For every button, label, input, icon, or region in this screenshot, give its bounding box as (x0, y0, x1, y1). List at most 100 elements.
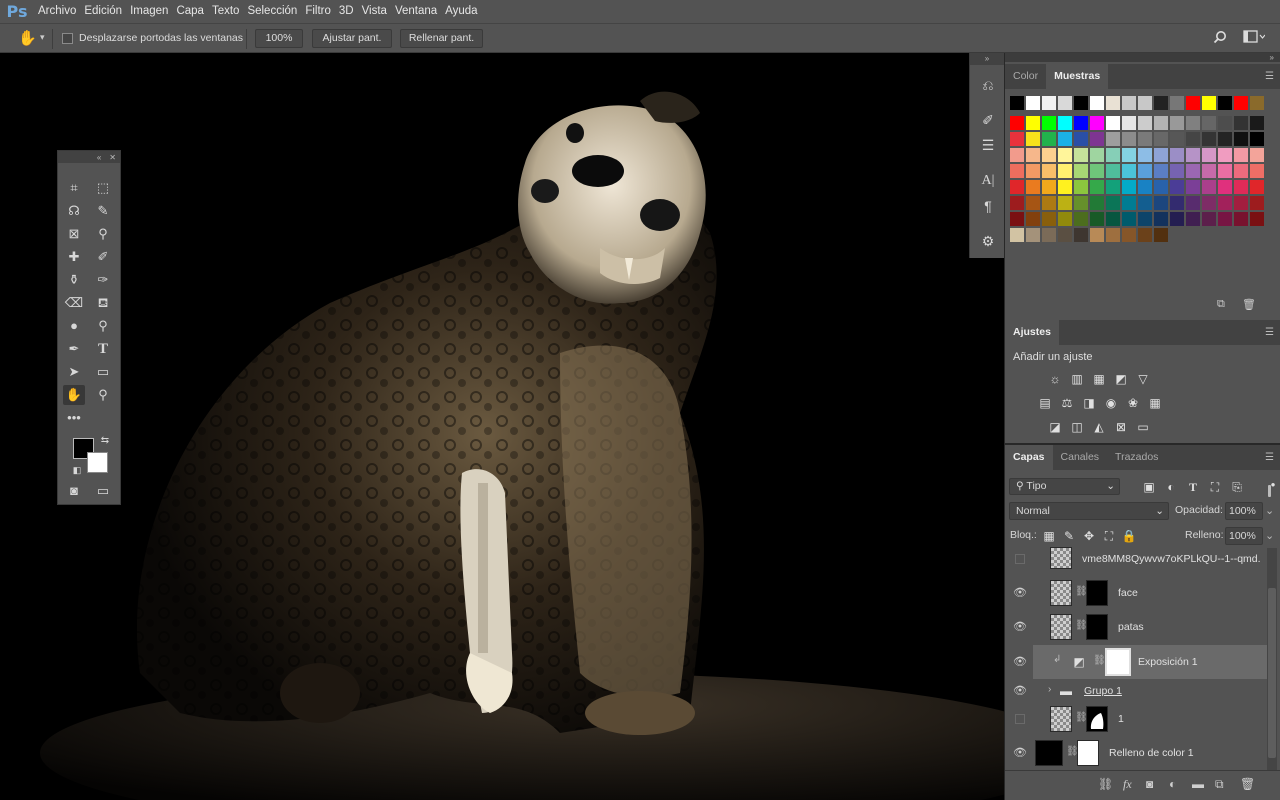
eyedropper-tool-icon[interactable]: ⚲ (92, 224, 114, 244)
color-swatch[interactable] (1170, 196, 1184, 210)
color-swatch[interactable] (1074, 212, 1088, 226)
color-swatch[interactable] (1250, 96, 1264, 110)
color-swatch[interactable] (1074, 228, 1088, 242)
layer-mask-thumbnail[interactable] (1077, 740, 1099, 766)
color-swatch[interactable] (1042, 148, 1056, 162)
color-swatch[interactable] (1202, 132, 1216, 146)
zoom-tool-icon[interactable]: ⚲ (92, 385, 114, 405)
color-swatch[interactable] (1218, 212, 1232, 226)
color-swatch[interactable] (1218, 132, 1232, 146)
color-swatch[interactable] (1010, 196, 1024, 210)
color-swatch[interactable] (1026, 212, 1040, 226)
color-swatch[interactable] (1074, 148, 1088, 162)
color-swatch[interactable] (1170, 180, 1184, 194)
color-swatch[interactable] (1042, 228, 1056, 242)
vibrance-icon[interactable]: ▽ (1135, 372, 1151, 386)
rectangle-tool-icon[interactable]: ▭ (92, 362, 114, 382)
color-swatch[interactable] (1026, 96, 1040, 110)
color-swatch[interactable] (1026, 132, 1040, 146)
color-swatch[interactable] (1090, 228, 1104, 242)
character-icon[interactable]: A| (978, 171, 998, 191)
curves-icon[interactable]: ▦ (1091, 372, 1107, 386)
color-swatch[interactable] (1042, 180, 1056, 194)
color-swatch[interactable] (1122, 196, 1136, 210)
color-swatch[interactable] (1058, 228, 1072, 242)
visibility-toggle[interactable] (1015, 554, 1025, 564)
color-swatch[interactable] (1202, 196, 1216, 210)
color-swatch[interactable] (1170, 164, 1184, 178)
color-swatch[interactable] (1138, 96, 1152, 110)
color-swatch[interactable] (1042, 164, 1056, 178)
color-swatch[interactable] (1218, 116, 1232, 130)
color-swatch[interactable] (1090, 116, 1104, 130)
brightness-contrast-icon[interactable]: ☼ (1047, 372, 1063, 386)
black-white-icon[interactable]: ◨ (1081, 396, 1097, 410)
color-swatch[interactable] (1122, 180, 1136, 194)
panel-menu-icon[interactable]: ☰ (1265, 327, 1274, 338)
color-swatch[interactable] (1202, 164, 1216, 178)
color-swatch[interactable] (1202, 212, 1216, 226)
color-swatch[interactable] (1026, 228, 1040, 242)
path-selection-tool-icon[interactable]: ➤ (63, 362, 85, 382)
collapse-icon[interactable]: « (97, 153, 101, 162)
eye-icon[interactable]: 👁 (1013, 586, 1027, 600)
paragraph-icon[interactable]: ¶ (978, 196, 998, 216)
color-swatch[interactable] (1234, 96, 1248, 110)
color-swatch[interactable] (1058, 132, 1072, 146)
history-icon[interactable]: ⎌ (978, 75, 998, 95)
color-swatch[interactable] (1138, 180, 1152, 194)
color-swatch[interactable] (1058, 196, 1072, 210)
menu-capa[interactable]: Capa (172, 0, 208, 23)
layer-row[interactable]: 👁 ⛓ face (1007, 576, 1267, 610)
marquee-tool-icon[interactable]: ⬚ (92, 178, 114, 198)
dodge-tool-icon[interactable]: ⚲ (92, 316, 114, 336)
invert-icon[interactable]: ◪ (1047, 420, 1063, 434)
color-swatch[interactable] (1186, 196, 1200, 210)
color-swatch[interactable] (1026, 196, 1040, 210)
panel-menu-icon[interactable]: ☰ (1265, 452, 1274, 463)
brush-settings-icon[interactable]: ✐ (978, 110, 998, 130)
screen-mode-icon[interactable]: ▭ (92, 481, 114, 501)
tab-color[interactable]: Color (1005, 64, 1046, 89)
color-swatch[interactable] (1186, 132, 1200, 146)
link-icon[interactable]: ⛓ (1093, 655, 1106, 666)
hand-tool-icon[interactable]: ✋ (63, 385, 85, 405)
tab-canales[interactable]: Canales (1053, 445, 1108, 470)
pen-tool-icon[interactable]: ✒ (63, 339, 85, 359)
threshold-icon[interactable]: ◭ (1091, 420, 1107, 434)
layer-mask-thumbnail[interactable] (1086, 614, 1108, 640)
color-swatch[interactable] (1170, 116, 1184, 130)
trash-icon[interactable]: 🗑 (1242, 298, 1256, 311)
color-swatch[interactable] (1074, 180, 1088, 194)
color-swatch[interactable] (1186, 164, 1200, 178)
color-swatch[interactable] (1106, 180, 1120, 194)
eye-icon[interactable]: 👁 (1013, 655, 1027, 669)
layer-mask-thumbnail[interactable] (1086, 580, 1108, 606)
color-swatch[interactable] (1170, 212, 1184, 226)
color-swatch[interactable] (1058, 212, 1072, 226)
layer-mask-thumbnail[interactable] (1086, 706, 1108, 732)
trash-icon[interactable]: 🗑 (1240, 777, 1255, 791)
eye-icon[interactable]: 👁 (1013, 746, 1027, 760)
chevron-down-icon[interactable]: ▾ (40, 32, 45, 43)
menu-3d[interactable]: 3D (335, 0, 358, 23)
close-icon[interactable]: ✕ (109, 153, 116, 162)
tab-muestras[interactable]: Muestras (1046, 64, 1109, 89)
color-swatch[interactable] (1202, 180, 1216, 194)
color-swatch[interactable] (1234, 180, 1248, 194)
healing-brush-tool-icon[interactable]: ✚ (63, 247, 85, 267)
layer-mask-thumbnail[interactable] (1105, 648, 1131, 676)
color-swatch[interactable] (1106, 196, 1120, 210)
color-swatch[interactable] (1250, 148, 1264, 162)
color-swatch[interactable] (1170, 148, 1184, 162)
eye-icon[interactable]: 👁 (1013, 620, 1027, 634)
color-swatch[interactable] (1122, 96, 1136, 110)
layers-scrollbar-thumb[interactable] (1268, 588, 1276, 758)
color-swatch[interactable] (1154, 196, 1168, 210)
color-swatch[interactable] (1154, 212, 1168, 226)
quick-selection-tool-icon[interactable]: ✎ (92, 201, 114, 221)
lasso-tool-icon[interactable]: ☊ (63, 201, 85, 221)
color-swatch[interactable] (1106, 96, 1120, 110)
add-mask-icon[interactable]: ◙ (1146, 777, 1153, 791)
color-swatch[interactable] (1250, 212, 1264, 226)
